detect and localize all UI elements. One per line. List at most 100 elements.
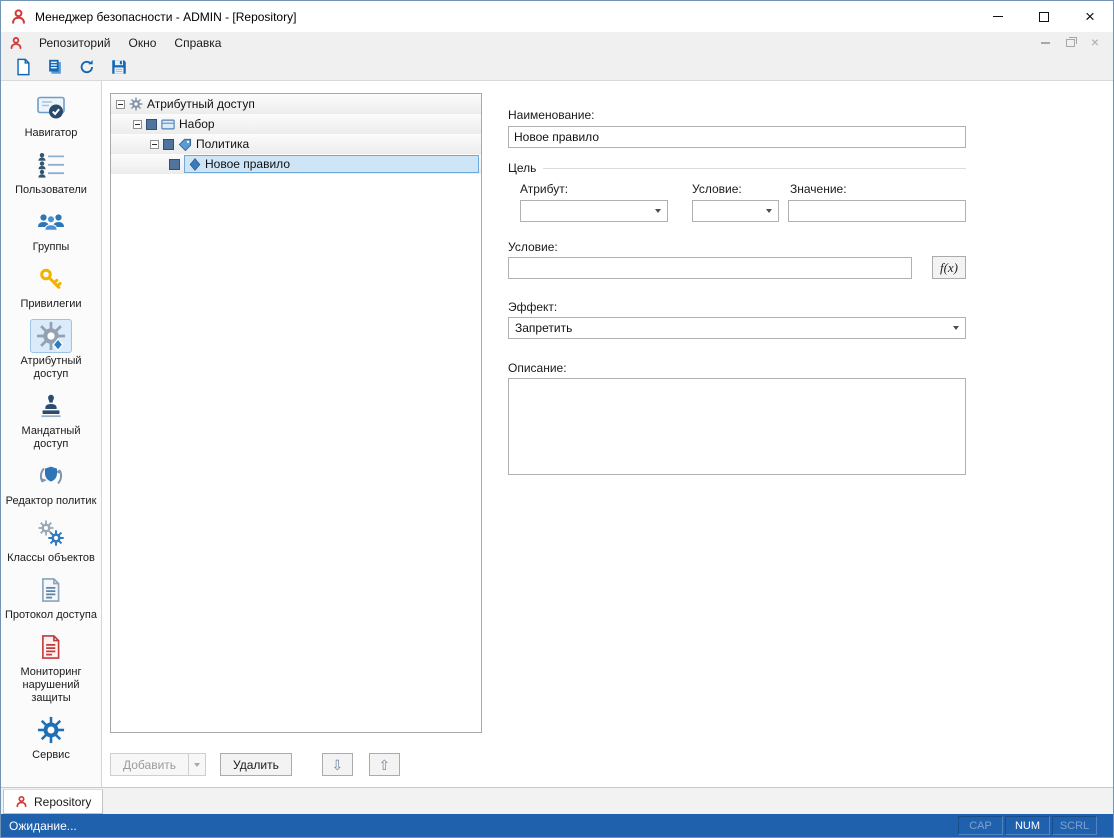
- sidebar-item-label: Редактор политик: [6, 495, 97, 508]
- fx-button[interactable]: f(x): [932, 256, 966, 279]
- menu-repository[interactable]: Репозиторий: [30, 32, 120, 53]
- effect-select-value: Запретить: [515, 321, 953, 335]
- open-button[interactable]: [41, 55, 69, 79]
- rule-form: Наименование: Цель Атрибут: Условие: Зна…: [508, 81, 966, 731]
- sidebar-item-label: Мониторинг нарушений защиты: [3, 666, 99, 705]
- system-menu-icon[interactable]: [9, 36, 23, 50]
- tree-selection[interactable]: Новое правило: [184, 155, 479, 173]
- maximize-icon: [1039, 12, 1049, 22]
- new-button[interactable]: [9, 55, 37, 79]
- checkbox-checked[interactable]: [146, 119, 157, 130]
- set-box-icon: [161, 118, 175, 131]
- save-button[interactable]: [105, 55, 133, 79]
- statusbar: Ожидание... CAP NUM SCRL: [1, 814, 1113, 837]
- tab-repository[interactable]: Repository: [3, 789, 103, 814]
- sidebar-item-policy-editor[interactable]: Редактор политик: [3, 459, 99, 508]
- policy-editor-icon: [30, 459, 72, 493]
- sidebar-item-groups[interactable]: Группы: [3, 205, 99, 254]
- sidebar-item-service[interactable]: Сервис: [3, 713, 99, 762]
- tree-node-new-rule[interactable]: Новое правило: [111, 154, 481, 174]
- move-down-button[interactable]: ⇩: [322, 753, 353, 776]
- menu-window[interactable]: Окно: [120, 32, 166, 53]
- add-dropdown-button[interactable]: [189, 753, 206, 776]
- tree-node-policy[interactable]: Политика: [111, 134, 481, 154]
- name-input[interactable]: [508, 126, 966, 148]
- gear-icon: [129, 97, 143, 111]
- collapse-icon[interactable]: [133, 120, 142, 129]
- tree-node-label: Политика: [196, 137, 249, 151]
- save-icon: [110, 58, 128, 76]
- sidebar-item-violations-monitor[interactable]: Мониторинг нарушений защиты: [3, 630, 99, 705]
- checkbox-checked[interactable]: [169, 159, 180, 170]
- mdi-close-icon[interactable]: [1091, 35, 1099, 50]
- name-label: Наименование:: [508, 108, 595, 122]
- description-textarea[interactable]: [508, 378, 966, 475]
- close-icon: [1085, 8, 1095, 25]
- effect-select[interactable]: Запретить: [508, 317, 966, 339]
- policy-tag-icon: [178, 138, 192, 151]
- sidebar-item-object-classes[interactable]: Классы объектов: [3, 516, 99, 565]
- checkbox-checked[interactable]: [163, 139, 174, 150]
- sidebar-item-privileges[interactable]: Привилегии: [3, 262, 99, 311]
- tree-actions: Добавить Удалить ⇩ ⇧: [110, 753, 400, 776]
- collapse-icon[interactable]: [150, 140, 159, 149]
- chevron-down-icon: [194, 763, 200, 767]
- attribute-select[interactable]: [520, 200, 668, 222]
- tab-label: Repository: [34, 795, 91, 809]
- status-text: Ожидание...: [9, 819, 77, 833]
- tree-node-label: Новое правило: [205, 157, 290, 171]
- keyboard-indicators: CAP NUM SCRL: [958, 816, 1113, 835]
- mdi-minimize-icon[interactable]: [1041, 42, 1050, 44]
- window-title: Менеджер безопасности - ADMIN - [Reposit…: [35, 10, 975, 24]
- delete-button[interactable]: Удалить: [220, 753, 292, 776]
- menubar: Репозиторий Окно Справка: [1, 32, 1113, 53]
- attribute-label: Атрибут:: [520, 182, 568, 196]
- rule-diamond-icon: [189, 158, 201, 171]
- sidebar-item-users[interactable]: Пользователи: [3, 148, 99, 197]
- content-area: Атрибутный доступ Набор: [102, 81, 1113, 787]
- key-icon: [30, 262, 72, 296]
- maximize-button[interactable]: [1021, 1, 1067, 32]
- minimize-icon: [993, 16, 1003, 17]
- caps-lock-indicator: CAP: [958, 816, 1003, 835]
- move-down-icon: ⇩: [332, 758, 344, 772]
- tree-node-set[interactable]: Набор: [111, 114, 481, 134]
- sidebar-item-mandatory-access[interactable]: Мандатный доступ: [3, 389, 99, 451]
- move-up-button[interactable]: ⇧: [369, 753, 400, 776]
- num-lock-indicator: NUM: [1005, 816, 1050, 835]
- sidebar-item-attribute-access[interactable]: Атрибутный доступ: [3, 319, 99, 381]
- add-button[interactable]: Добавить: [110, 753, 189, 776]
- sidebar-item-label: Привилегии: [21, 298, 82, 311]
- sidebar-item-access-log[interactable]: Протокол доступа: [3, 573, 99, 622]
- tree-node-attribute-access[interactable]: Атрибутный доступ: [111, 94, 481, 114]
- tree-node-label: Набор: [179, 117, 215, 131]
- sidebar-item-label: Сервис: [32, 749, 70, 762]
- condition-select[interactable]: [692, 200, 779, 222]
- sidebar-item-label: Атрибутный доступ: [3, 355, 99, 381]
- collapse-icon[interactable]: [116, 100, 125, 109]
- value-label: Значение:: [790, 182, 847, 196]
- value-input[interactable]: [788, 200, 966, 222]
- menu-help[interactable]: Справка: [165, 32, 230, 53]
- move-up-icon: ⇧: [379, 758, 391, 772]
- tree-node-label: Атрибутный доступ: [147, 97, 255, 111]
- minimize-button[interactable]: [975, 1, 1021, 32]
- close-button[interactable]: [1067, 1, 1113, 32]
- mdi-restore-icon[interactable]: [1066, 39, 1075, 47]
- sidebar-item-label: Навигатор: [25, 127, 78, 140]
- condition-column-label: Условие:: [692, 182, 742, 196]
- condition-label: Условие:: [508, 240, 558, 254]
- sidebar: Навигатор Пользователи: [1, 81, 102, 787]
- mdi-controls: [1041, 35, 1113, 50]
- sidebar-item-label: Группы: [33, 241, 70, 254]
- sidebar-item-navigator[interactable]: Навигатор: [3, 91, 99, 140]
- violations-monitor-icon: [30, 630, 72, 664]
- sidebar-item-label: Классы объектов: [7, 552, 95, 565]
- app-icon: [10, 8, 27, 25]
- refresh-button[interactable]: [73, 55, 101, 79]
- app-window: Менеджер безопасности - ADMIN - [Reposit…: [0, 0, 1114, 838]
- chevron-down-icon: [766, 209, 772, 213]
- condition-input[interactable]: [508, 257, 912, 279]
- sidebar-item-label: Протокол доступа: [5, 609, 97, 622]
- object-classes-icon: [30, 516, 72, 550]
